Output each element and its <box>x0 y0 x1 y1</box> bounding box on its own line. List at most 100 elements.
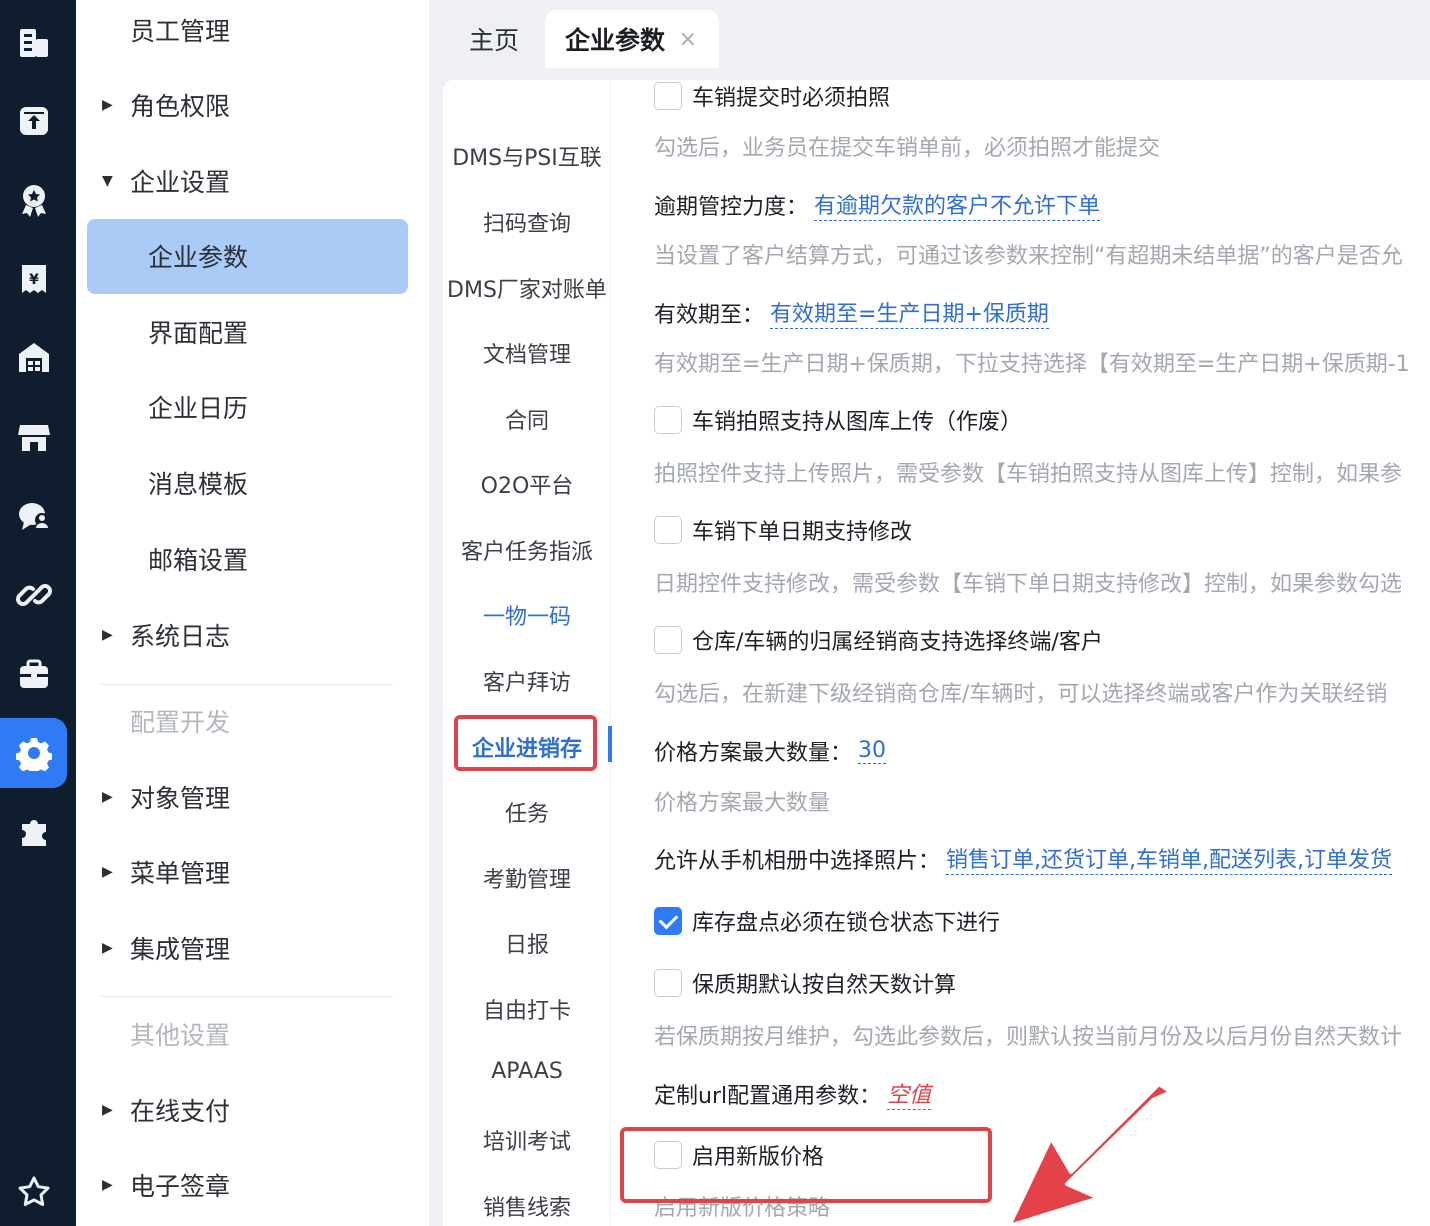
param-row: 仓库/车辆的归属经销商支持选择终端/客户 <box>654 624 1103 656</box>
warehouse-icon[interactable] <box>0 323 67 393</box>
subnav-item-free-clock[interactable]: 自由打卡 <box>443 993 611 1025</box>
module-subnav: DMS与PSI互联 扫码查询 DMS厂家对账单 文档管理 合同 O2O平台 客户… <box>443 80 612 1226</box>
menu-item-system-log[interactable]: ▶ 系统日志 <box>76 605 429 665</box>
store-icon[interactable] <box>0 402 67 472</box>
param-desc: 勾选后，在新建下级经销商仓库/车辆时，可以选择终端或客户作为关联经销 <box>654 682 1388 707</box>
caret-right-icon: ▶ <box>102 864 113 880</box>
checkbox[interactable] <box>654 82 682 110</box>
caret-right-icon: ▶ <box>102 1177 113 1193</box>
subnav-item-customer-task[interactable]: 客户任务指派 <box>443 534 611 566</box>
menu-item-label: 邮箱设置 <box>148 546 249 575</box>
param-value-link[interactable]: 销售订单,还货订单,车销单,配送列表,订单发货 <box>946 842 1392 875</box>
caret-right-icon: ▶ <box>102 97 113 113</box>
subnav-item-apaas[interactable]: APAAS <box>443 1059 611 1084</box>
checkbox[interactable] <box>654 969 682 997</box>
subnav-item-o2o[interactable]: O2O平台 <box>443 468 611 500</box>
tab-label: 主页 <box>469 26 520 55</box>
subnav-item-one-code[interactable]: 一物一码 <box>443 599 611 631</box>
param-label: 仓库/车辆的归属经销商支持选择终端/客户 <box>692 630 1103 655</box>
param-desc: 日期控件支持修改，需受参数【车销下单日期支持修改】控制，如果参数勾选 <box>654 572 1403 597</box>
menu-item-enterprise-params[interactable]: 企业参数 <box>76 226 429 286</box>
menu-item-message-template[interactable]: 消息模板 <box>76 453 429 513</box>
param-row: 车销拍照支持从图库上传（作废） <box>654 404 1022 436</box>
close-icon[interactable]: × <box>679 27 697 52</box>
subnav-item-task[interactable]: 任务 <box>443 796 611 828</box>
menu-item-label: 员工管理 <box>130 17 231 46</box>
param-label: 有效期至： <box>654 302 765 328</box>
award-icon[interactable] <box>0 165 67 235</box>
menu-item-object-mgmt[interactable]: ▶ 对象管理 <box>76 767 429 827</box>
inbox-upload-icon[interactable] <box>0 86 67 156</box>
menu-item-label: 企业日历 <box>148 394 249 423</box>
param-desc: 当设置了客户结算方式，可通过该参数来控制“有超期未结单据”的客户是否允 <box>654 244 1403 269</box>
gear-icon[interactable] <box>0 718 67 788</box>
subnav-item-daily-report[interactable]: 日报 <box>443 927 611 959</box>
checkbox-checked[interactable] <box>654 907 682 935</box>
subnav-item-dms-psi[interactable]: DMS与PSI互联 <box>443 140 611 172</box>
param-value-link[interactable]: 有逾期欠款的客户不允许下单 <box>814 188 1101 221</box>
checkbox[interactable] <box>654 516 682 544</box>
menu-item-label: 系统日志 <box>130 622 231 651</box>
subnav-item-attendance[interactable]: 考勤管理 <box>443 862 611 894</box>
toolbox-icon[interactable] <box>0 639 67 709</box>
chat-icon[interactable] <box>0 481 67 551</box>
param-value-link[interactable]: 空值 <box>887 1077 932 1110</box>
content-panel: DMS与PSI互联 扫码查询 DMS厂家对账单 文档管理 合同 O2O平台 客户… <box>443 80 1430 1226</box>
menu-item-label: 在线支付 <box>130 1097 231 1126</box>
caret-right-icon: ▶ <box>102 627 113 643</box>
building-icon[interactable] <box>0 8 67 78</box>
param-desc: 勾选后，业务员在提交车销单前，必须拍照才能提交 <box>654 136 1161 161</box>
tab-home[interactable]: 主页 <box>469 10 519 68</box>
param-row: 有效期至： 有效期至=生产日期+保质期 <box>654 296 1049 329</box>
caret-right-icon: ▶ <box>102 1102 113 1118</box>
tab-bar: 主页 企业参数 × <box>429 0 1430 68</box>
annotation-highlight-box <box>620 1127 992 1203</box>
menu-item-label: 对象管理 <box>130 784 231 813</box>
param-row: 逾期管控力度： 有逾期欠款的客户不允许下单 <box>654 188 1101 221</box>
star-icon[interactable] <box>0 1157 67 1226</box>
subnav-item-inventory[interactable]: 企业进销存 <box>443 731 611 763</box>
param-row: 定制url配置通用参数： 空值 <box>654 1077 932 1110</box>
subnav-item-training[interactable]: 培训考试 <box>443 1124 611 1156</box>
param-desc: 若保质期按月维护，勾选此参数后，则默认按当前月份及以后月份自然天数计 <box>654 1025 1403 1050</box>
menu-item-mailbox[interactable]: 邮箱设置 <box>76 529 429 589</box>
param-value-link[interactable]: 30 <box>858 738 887 764</box>
param-label: 逾期管控力度： <box>654 194 809 220</box>
subnav-item-sales-leads[interactable]: 销售线索 <box>443 1190 611 1222</box>
menu-item-calendar[interactable]: 企业日历 <box>76 377 429 437</box>
menu-group-label: 其他设置 <box>130 1021 231 1050</box>
subnav-item-scan-query[interactable]: 扫码查询 <box>443 206 611 238</box>
menu-item-e-signature[interactable]: ▶ 电子签章 <box>76 1155 429 1215</box>
receipt-icon[interactable]: ¥ <box>0 244 67 314</box>
puzzle-icon[interactable] <box>0 797 67 867</box>
menu-item-label: 电子签章 <box>130 1172 231 1201</box>
link-icon[interactable] <box>0 560 67 630</box>
menu-item-integration-mgmt[interactable]: ▶ 集成管理 <box>76 918 429 978</box>
param-label: 车销提交时必须拍照 <box>692 86 891 111</box>
menu-item-roles[interactable]: ▶ 角色权限 <box>76 75 429 135</box>
subnav-item-dms-statement[interactable]: DMS厂家对账单 <box>443 272 611 304</box>
menu-item-label: 角色权限 <box>130 92 231 121</box>
checkbox[interactable] <box>654 406 682 434</box>
menu-group-other-settings: 其他设置 <box>76 1004 429 1064</box>
main-area: 主页 企业参数 × DMS与PSI互联 扫码查询 DMS厂家对账单 文档管理 合… <box>429 0 1430 1226</box>
menu-item-label: 企业参数 <box>148 243 249 272</box>
params-content: 车销提交时必须拍照 勾选后，业务员在提交车销单前，必须拍照才能提交 逾期管控力度… <box>611 80 1430 1226</box>
icon-rail: ¥ <box>0 0 76 1226</box>
tab-enterprise-params[interactable]: 企业参数 × <box>545 10 719 68</box>
checkbox[interactable] <box>654 626 682 654</box>
menu-item-ui-config[interactable]: 界面配置 <box>76 302 429 362</box>
menu-item-enterprise-settings[interactable]: ▼ 企业设置 <box>76 151 429 211</box>
menu-item-label: 企业设置 <box>130 168 231 197</box>
menu-item-employee[interactable]: 员工管理 <box>76 0 429 60</box>
param-value-link[interactable]: 有效期至=生产日期+保质期 <box>770 296 1049 329</box>
svg-text:¥: ¥ <box>29 272 39 288</box>
subnav-item-contract[interactable]: 合同 <box>443 403 611 435</box>
menu-item-menu-mgmt[interactable]: ▶ 菜单管理 <box>76 842 429 902</box>
subnav-item-document-mgmt[interactable]: 文档管理 <box>443 337 611 369</box>
param-row: 允许从手机相册中选择照片： 销售订单,还货订单,车销单,配送列表,订单发货 <box>654 842 1392 875</box>
subnav-item-customer-visit[interactable]: 客户拜访 <box>443 665 611 697</box>
menu-item-online-payment[interactable]: ▶ 在线支付 <box>76 1080 429 1140</box>
param-row: 库存盘点必须在锁仓状态下进行 <box>654 905 1000 937</box>
menu-item-label: 界面配置 <box>148 319 249 348</box>
